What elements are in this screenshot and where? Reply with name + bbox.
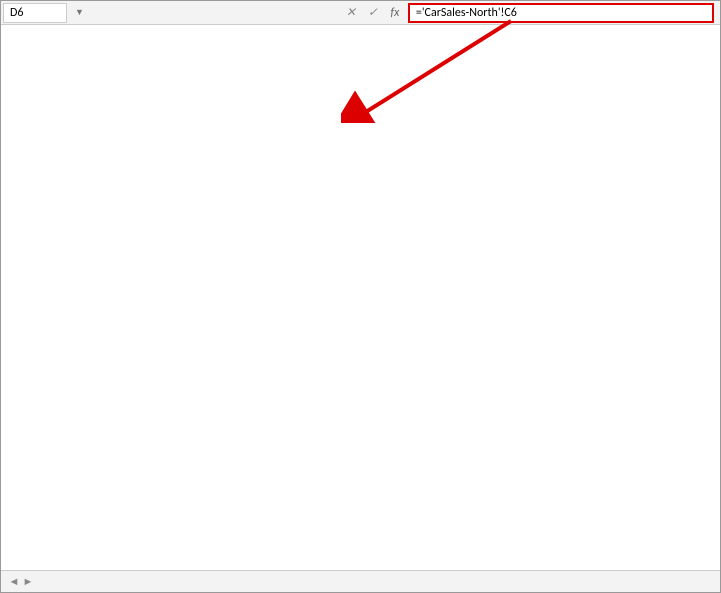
annotation-arrow-icon	[341, 13, 561, 123]
name-box[interactable]: D6	[3, 3, 67, 23]
fx-icon[interactable]: fx	[384, 6, 406, 20]
tab-nav-next-icon[interactable]: ►	[21, 575, 35, 588]
sheet-tabs-bar: ◄ ►	[1, 570, 720, 592]
name-box-dropdown-icon[interactable]: ▼	[69, 7, 90, 18]
tab-nav-prev-icon[interactable]: ◄	[7, 575, 21, 588]
formula-input[interactable]: ='CarSales-North'!C6	[408, 3, 714, 23]
cancel-formula-icon[interactable]: ✕	[340, 5, 362, 20]
accept-formula-icon[interactable]: ✓	[362, 5, 384, 20]
formula-bar: D6 ▼ ✕ ✓ fx ='CarSales-North'!C6	[1, 1, 720, 25]
